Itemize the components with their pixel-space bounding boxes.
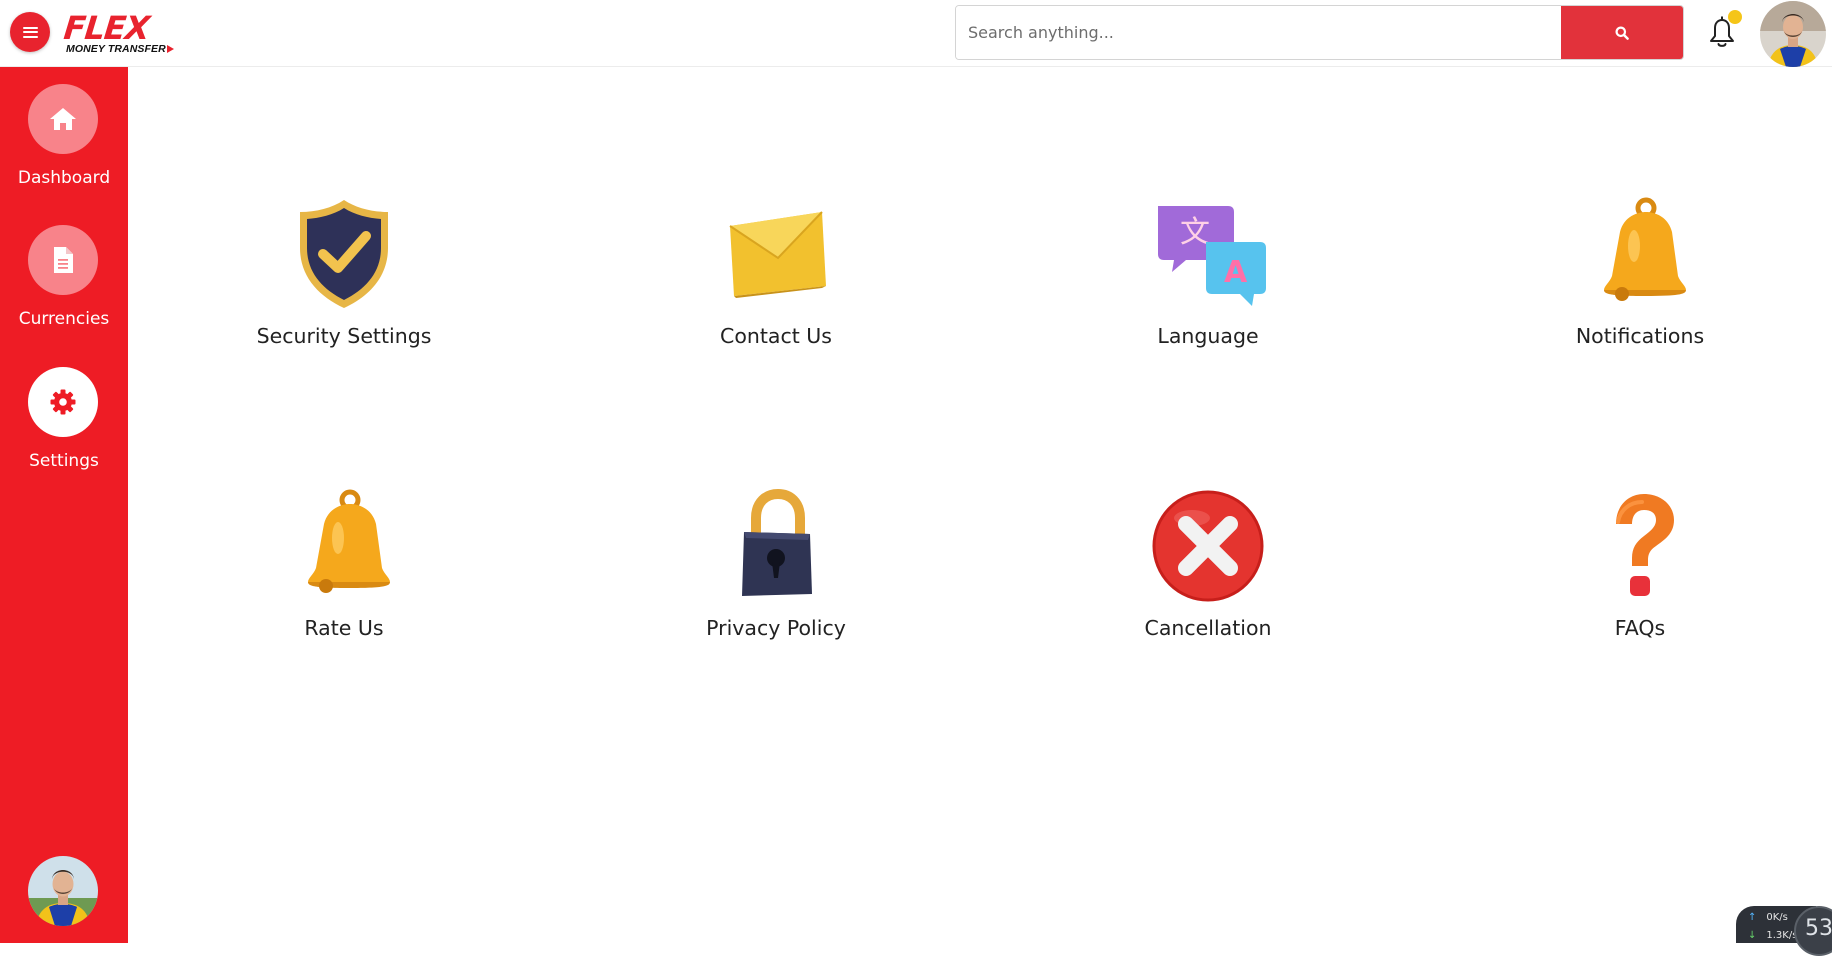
settings-tile-contact[interactable]: Contact Us [656,196,896,366]
bell-icon [1604,197,1686,301]
settings-tile-language[interactable]: 文 A Language [1088,196,1328,366]
menu-toggle-button[interactable] [10,12,50,52]
envelope-icon [729,211,826,298]
shield-check-icon [300,200,388,308]
settings-tile-label: Rate Us [304,616,384,640]
sidebar-item-label: Dashboard [17,168,111,188]
upload-speed: ↑ 0K/s [1748,912,1788,923]
sidebar-item-dashboard-circle [28,84,98,154]
question-mark-icon [1616,494,1674,596]
user-photo-icon [28,856,98,926]
top-bar: FLEX MONEY TRANSFER [0,0,1832,67]
settings-tile-label: FAQs [1614,616,1666,640]
brand-logo[interactable]: FLEX MONEY TRANSFER [62,9,194,58]
settings-tile-label: Cancellation [1144,616,1272,640]
logo-tagline: MONEY TRANSFER [66,43,174,55]
settings-tile-label: Security Settings [256,324,432,348]
padlock-icon [742,488,812,596]
download-speed: ↓ 1.3K/s [1748,930,1798,941]
settings-tile-cancellation[interactable]: Cancellation [1088,488,1328,658]
cpu-gauge: 53 [1794,906,1832,956]
notification-badge [1728,10,1742,24]
sidebar: Dashboard Currencies Settings [0,67,128,943]
bell-icon [308,489,390,593]
settings-tile-privacy-policy[interactable]: Privacy Policy [656,488,896,658]
hamburger-icon [22,26,38,38]
settings-tile-label: Contact Us [720,324,832,348]
sidebar-item-currencies[interactable]: Currencies [0,225,128,355]
sidebar-item-dashboard[interactable]: Dashboard [0,84,128,214]
document-icon [54,247,73,273]
sidebar-item-label: Currencies [18,309,110,329]
upload-arrow-icon: ↑ [1748,912,1757,923]
settings-tile-notifications[interactable]: Notifications [1520,196,1760,366]
sidebar-item-settings[interactable]: Settings [0,367,128,497]
sidebar-item-label: Settings [29,451,99,471]
sidebar-profile-avatar[interactable] [28,856,98,926]
search-button[interactable] [1561,6,1683,59]
translate-bubbles-icon: 文 A [1158,206,1266,306]
settings-tile-security[interactable]: Security Settings [224,196,464,366]
search-bar [955,5,1684,60]
cancel-x-icon [1152,490,1264,602]
profile-avatar[interactable] [1760,1,1826,67]
svg-text:A: A [1224,255,1248,290]
user-photo-icon [1760,1,1826,67]
search-input[interactable] [956,6,1561,59]
logo-wordmark: FLEX [62,9,151,47]
gear-icon [50,389,76,415]
sidebar-item-settings-circle [28,367,98,437]
search-icon [1615,26,1629,40]
download-arrow-icon: ↓ [1748,930,1757,941]
network-speed-widget: ↑ 0K/s ↓ 1.3K/s 53 [1736,906,1832,956]
svg-text:文: 文 [1180,215,1210,250]
settings-tile-label: Language [1157,324,1259,348]
settings-tile-label: Notifications [1575,324,1705,348]
home-icon [50,108,76,130]
settings-tile-label: Privacy Policy [706,616,846,640]
settings-tile-faqs[interactable]: FAQs [1520,488,1760,658]
settings-tile-rate-us[interactable]: Rate Us [224,488,464,658]
sidebar-item-currencies-circle [28,225,98,295]
